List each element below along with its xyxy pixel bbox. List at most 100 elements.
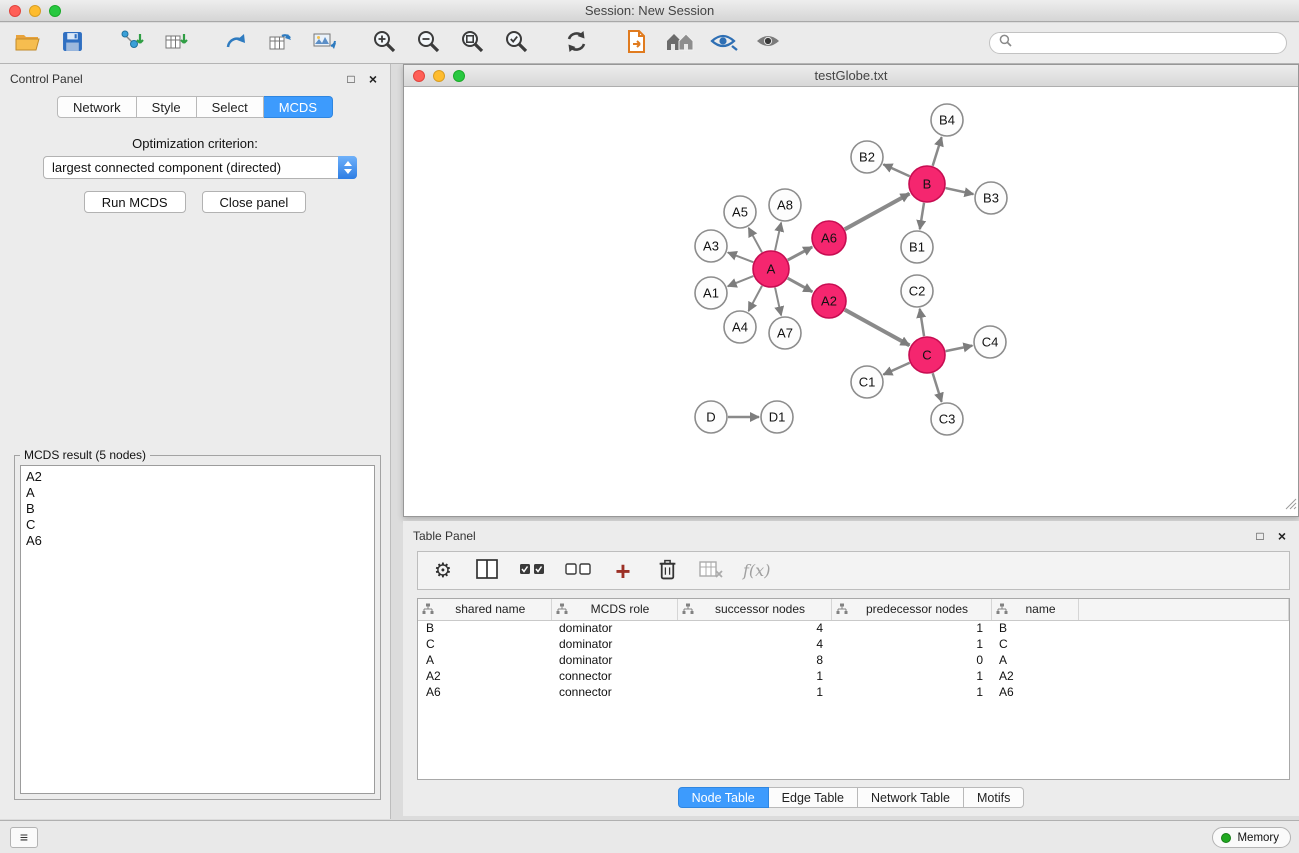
optimization-criterion-dropdown[interactable]: largest connected component (directed) (43, 156, 357, 179)
node-B4[interactable]: B4 (931, 104, 963, 136)
column-header-mcds-role[interactable]: MCDS role (551, 599, 677, 620)
node-D[interactable]: D (695, 401, 727, 433)
edge-A-A7[interactable] (775, 288, 781, 316)
control-panel-float-button[interactable]: □ (342, 70, 360, 88)
memory-button[interactable]: Memory (1212, 827, 1291, 848)
table-panel-close-button[interactable]: × (1273, 527, 1291, 545)
delete-column-button[interactable] (655, 555, 679, 587)
show-hide-eye-button[interactable] (752, 27, 784, 59)
tab-select[interactable]: Select (197, 96, 264, 118)
select-all-button[interactable] (519, 555, 545, 587)
edge-B-B2[interactable] (883, 164, 909, 176)
add-column-button[interactable]: + (611, 555, 635, 587)
node-A5[interactable]: A5 (724, 196, 756, 228)
network-canvas-svg[interactable]: B4 B2 B B3 A5 A8 A6 A3 A B1 A1 A2 C2 A4 A7 C4 C C1 D D1 C3 (404, 87, 1298, 516)
table-row[interactable]: Cdominator 41 C (418, 636, 1289, 652)
node-A6[interactable]: A6 (812, 221, 846, 255)
control-panel-close-button[interactable]: × (364, 70, 382, 88)
list-item[interactable]: A2 (26, 469, 369, 485)
edge-A6-B[interactable] (845, 194, 910, 230)
node-A4[interactable]: A4 (724, 311, 756, 343)
node-A[interactable]: A (753, 251, 789, 287)
tab-edge-table[interactable]: Edge Table (769, 787, 858, 808)
node-B[interactable]: B (909, 166, 945, 202)
edge-C-C4[interactable] (946, 346, 973, 352)
node-A8[interactable]: A8 (769, 189, 801, 221)
node-B3[interactable]: B3 (975, 182, 1007, 214)
node-A1[interactable]: A1 (695, 277, 727, 309)
style-eye-button[interactable] (708, 27, 740, 59)
table-panel-float-button[interactable]: □ (1251, 527, 1269, 545)
edge-C-C2[interactable] (920, 309, 924, 336)
edge-C-C3[interactable] (933, 373, 942, 402)
export-table-button[interactable] (264, 27, 296, 59)
edge-A-A8[interactable] (775, 223, 781, 251)
node-A3[interactable]: A3 (695, 230, 727, 262)
close-panel-button[interactable]: Close panel (202, 191, 307, 213)
network-canvas[interactable]: B4 B2 B B3 A5 A8 A6 A3 A B1 A1 A2 C2 A4 A7 C4 C C1 D D1 C3 (404, 87, 1298, 516)
run-mcds-button[interactable]: Run MCDS (84, 191, 186, 213)
table-row[interactable]: A2connector 11 A2 (418, 668, 1289, 684)
table-row[interactable]: A6connector 11 A6 (418, 684, 1289, 700)
toolbar-search[interactable] (989, 32, 1287, 54)
column-header-successor-nodes[interactable]: successor nodes (677, 599, 831, 620)
node-C3[interactable]: C3 (931, 403, 963, 435)
list-item[interactable]: A6 (26, 533, 369, 549)
tab-motifs[interactable]: Motifs (964, 787, 1024, 808)
mcds-result-list[interactable]: A2 A B C A6 (20, 465, 375, 794)
node-B1[interactable]: B1 (901, 231, 933, 263)
tab-mcds[interactable]: MCDS (264, 96, 333, 118)
table-row[interactable]: Bdominator 41 B (418, 620, 1289, 636)
node-C4[interactable]: C4 (974, 326, 1006, 358)
node-C[interactable]: C (909, 337, 945, 373)
export-image-button[interactable] (308, 27, 340, 59)
save-session-button[interactable] (56, 27, 88, 59)
task-history-button[interactable]: ≡ (10, 827, 38, 848)
refresh-layout-button[interactable] (560, 27, 592, 59)
node-C1[interactable]: C1 (851, 366, 883, 398)
node-A2[interactable]: A2 (812, 284, 846, 318)
column-header-name[interactable]: name (991, 599, 1078, 620)
tab-node-table[interactable]: Node Table (678, 787, 769, 808)
edge-A-A4[interactable] (748, 286, 762, 311)
node-D1[interactable]: D1 (761, 401, 793, 433)
zoom-in-button[interactable] (368, 27, 400, 59)
edge-B-B4[interactable] (933, 137, 942, 166)
column-header-predecessor-nodes[interactable]: predecessor nodes (831, 599, 991, 620)
resize-handle[interactable] (1284, 497, 1297, 515)
open-session-button[interactable] (12, 27, 44, 59)
network-overview-button[interactable] (664, 27, 696, 59)
node-table-container[interactable]: shared name MCDS role successor nodes pr… (417, 598, 1290, 780)
edge-A-A6[interactable] (788, 247, 812, 260)
deselect-all-button[interactable] (565, 555, 591, 587)
table-row[interactable]: Adominator 80 A (418, 652, 1289, 668)
tab-network[interactable]: Network (57, 96, 137, 118)
new-network-button[interactable] (220, 27, 252, 59)
zoom-fit-button[interactable] (456, 27, 488, 59)
table-settings-button[interactable]: ⚙ (431, 555, 455, 587)
delete-table-button[interactable] (699, 555, 723, 587)
node-B2[interactable]: B2 (851, 141, 883, 173)
zoom-selected-button[interactable] (500, 27, 532, 59)
function-builder-button[interactable]: f(x) (743, 555, 770, 587)
edge-B-B3[interactable] (946, 188, 974, 194)
search-input[interactable] (1018, 36, 1277, 50)
edge-C-C1[interactable] (883, 363, 909, 375)
tab-network-table[interactable]: Network Table (858, 787, 964, 808)
tab-style[interactable]: Style (137, 96, 197, 118)
show-columns-button[interactable] (475, 555, 499, 587)
edge-A-A1[interactable] (728, 276, 754, 286)
edge-A-A3[interactable] (728, 252, 753, 262)
list-item[interactable]: B (26, 501, 369, 517)
edge-B-B1[interactable] (920, 203, 924, 229)
import-network-button[interactable] (116, 27, 148, 59)
list-item[interactable]: C (26, 517, 369, 533)
zoom-out-button[interactable] (412, 27, 444, 59)
column-header-shared-name[interactable]: shared name (418, 599, 551, 620)
node-A7[interactable]: A7 (769, 317, 801, 349)
edge-A2-C[interactable] (845, 310, 910, 346)
list-item[interactable]: A (26, 485, 369, 501)
import-table-button[interactable] (160, 27, 192, 59)
node-C2[interactable]: C2 (901, 275, 933, 307)
document-arrow-button[interactable] (620, 27, 652, 59)
